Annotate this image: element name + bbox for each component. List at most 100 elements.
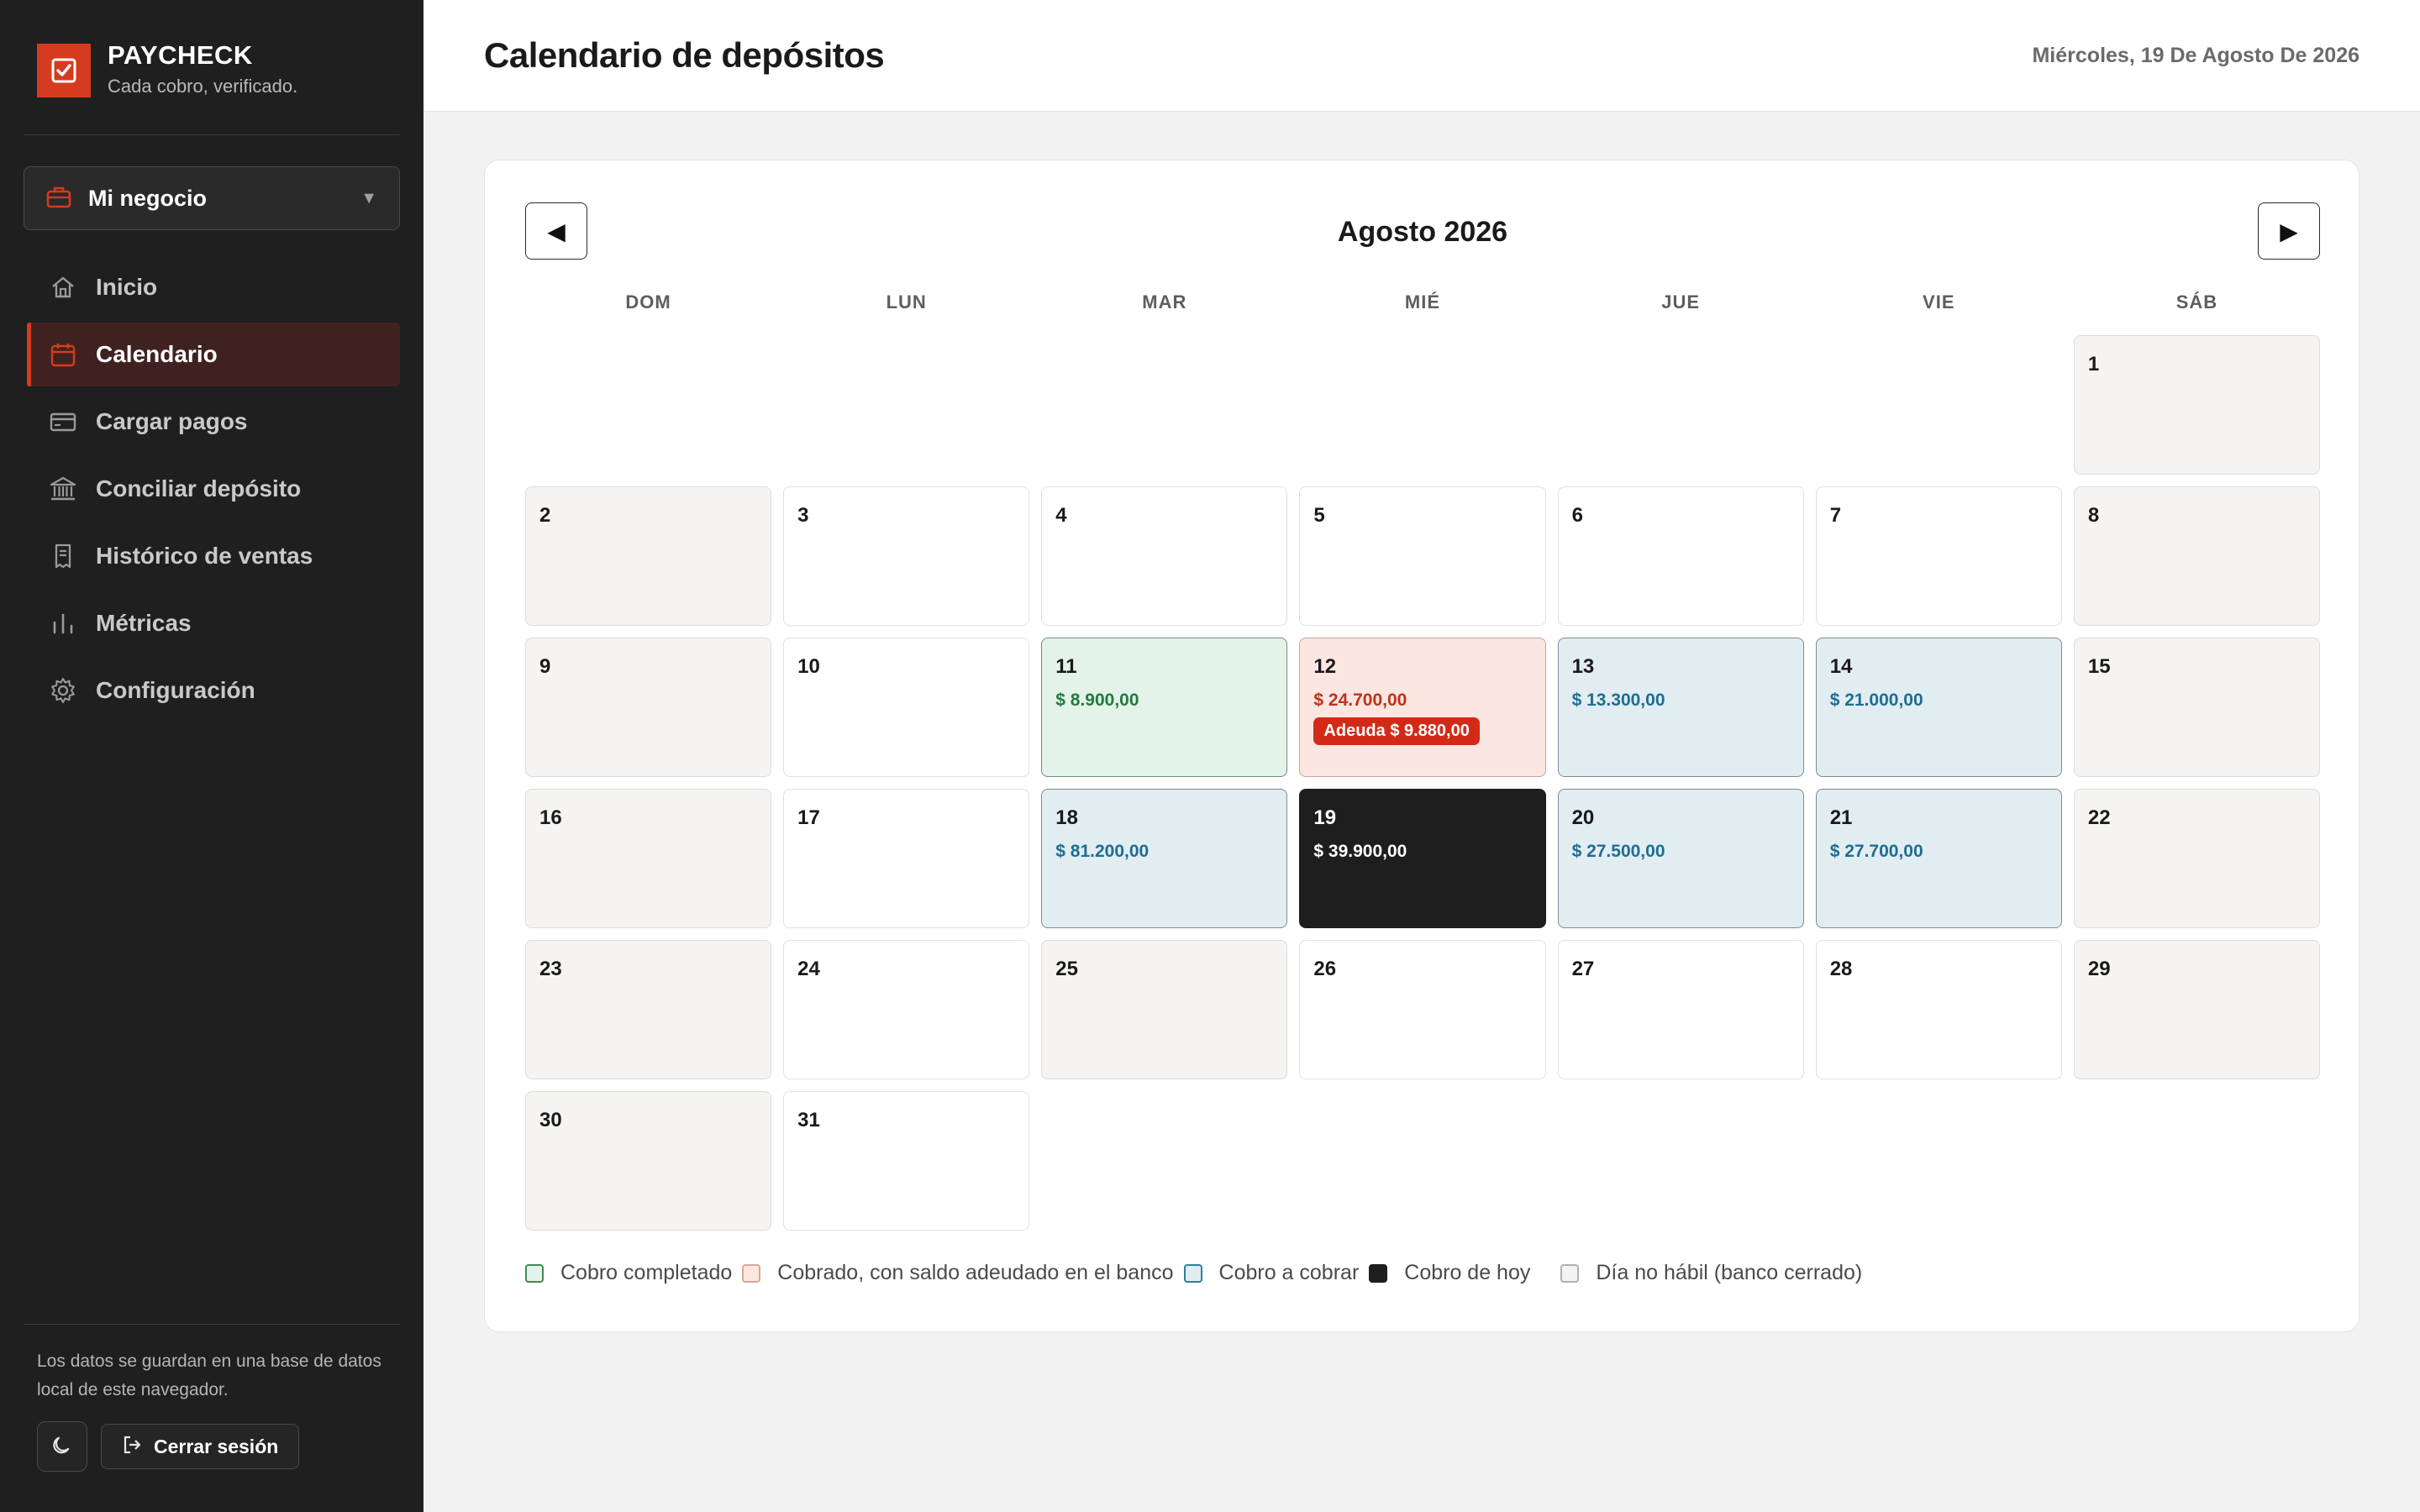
calendar-day-17[interactable]: 17	[783, 789, 1030, 928]
day-number: 19	[1313, 806, 1337, 829]
legend-swatch	[1183, 1263, 1202, 1283]
calendar-day-2[interactable]: 2	[525, 486, 772, 626]
page-title: Calendario de depósitos	[484, 35, 885, 75]
weekday-label: JUE	[1661, 291, 1701, 312]
calendar-day-19[interactable]: 19 $ 39.900,00	[1299, 789, 1546, 928]
calendar-day-1[interactable]: 1	[2073, 335, 2320, 475]
legend-item-today: Cobro de hoy	[1369, 1261, 1530, 1285]
day-number: 24	[797, 958, 820, 980]
calendar-day-3[interactable]: 3	[783, 486, 1030, 626]
day-number: 27	[1571, 958, 1595, 980]
theme-toggle-button[interactable]	[37, 1421, 87, 1472]
calendar-day-30[interactable]: 30	[525, 1091, 772, 1231]
calendar-day-7[interactable]: 7	[1815, 486, 2062, 626]
topbar: Calendario de depósitos Miércoles, 19 De…	[424, 0, 2420, 112]
calendar-day-8[interactable]: 8	[2073, 486, 2320, 626]
sidebar-item-inicio[interactable]: Inicio	[27, 255, 400, 319]
day-number: 30	[539, 1109, 562, 1131]
legend: Cobro completado Cobrado, con saldo adeud…	[525, 1261, 1872, 1285]
calendar-day-25[interactable]: 25	[1041, 940, 1288, 1079]
next-month-button[interactable]: ▶	[2258, 202, 2320, 260]
month-label: Agosto 2026	[1337, 215, 1508, 248]
calendar-blank-cell	[1558, 335, 1804, 475]
calendar-day-14[interactable]: 14 $ 21.000,00	[1815, 638, 2062, 777]
legend-label: Día no hábil (banco cerrado)	[1596, 1261, 1863, 1284]
logout-icon	[122, 1435, 142, 1459]
calendar-grid: 1 2 3 4 5 6 7 8 9 10 11 $ 8.900,00 12 $ 24.700,00 Adeu…	[525, 335, 2320, 1231]
day-amount: $ 8.900,00	[1055, 690, 1139, 710]
calendar-day-6[interactable]: 6	[1557, 486, 1804, 626]
calendar-day-28[interactable]: 28	[1815, 940, 2062, 1079]
gear-icon	[49, 676, 77, 705]
calendar-day-5[interactable]: 5	[1299, 486, 1546, 626]
calendar-day-21[interactable]: 21 $ 27.700,00	[1815, 789, 2062, 928]
day-number: 6	[1571, 504, 1583, 527]
storage-note: Los datos se guardan en una base de dato…	[37, 1352, 381, 1399]
sidebar-footer-divider	[24, 1324, 400, 1325]
day-amount: $ 81.200,00	[1055, 842, 1150, 861]
day-number: 16	[539, 806, 562, 829]
legend-label: Cobro de hoy	[1404, 1261, 1531, 1284]
calendar-day-23[interactable]: 23	[525, 940, 772, 1079]
day-number: 14	[1829, 655, 1853, 678]
day-number: 20	[1571, 806, 1595, 829]
calendar-day-18[interactable]: 18 $ 81.200,00	[1041, 789, 1288, 928]
day-number: 23	[539, 958, 562, 980]
calendar-day-24[interactable]: 24	[783, 940, 1030, 1079]
sidebar-nav: Inicio Calendario Cargar pagos Conciliar…	[27, 255, 400, 726]
calendar-day-9[interactable]: 9	[525, 638, 772, 777]
home-icon	[49, 273, 77, 302]
weekday-label: LUN	[886, 291, 927, 312]
calendar-day-16[interactable]: 16	[525, 789, 772, 928]
calendar-day-15[interactable]: 15	[2073, 638, 2320, 777]
calendar-day-20[interactable]: 20 $ 27.500,00	[1557, 789, 1804, 928]
calendar-day-10[interactable]: 10	[783, 638, 1030, 777]
sidebar-item-configuracion[interactable]: Configuración	[27, 659, 400, 722]
calendar-day-12[interactable]: 12 $ 24.700,00 Adeuda $ 9.880,00	[1299, 638, 1546, 777]
calendar-day-26[interactable]: 26	[1299, 940, 1546, 1079]
calendar-header: ◀ Agosto 2026 ▶	[525, 202, 2320, 261]
day-number: 10	[797, 655, 820, 678]
calendar-day-11[interactable]: 11 $ 8.900,00	[1041, 638, 1288, 777]
business-label: Mi negocio	[88, 185, 207, 211]
owed-badge: Adeuda $ 9.880,00	[1313, 717, 1480, 745]
moon-icon	[51, 1434, 73, 1460]
sidebar-item-calendario[interactable]: Calendario	[27, 323, 400, 386]
prev-month-button[interactable]: ◀	[525, 202, 587, 260]
legend-swatch	[525, 1263, 544, 1283]
day-number: 28	[1829, 958, 1853, 980]
day-amount: $ 13.300,00	[1571, 690, 1665, 710]
weekday-label: SÁB	[2175, 291, 2218, 312]
logout-button[interactable]: Cerrar sesión	[101, 1424, 300, 1469]
calendar-day-4[interactable]: 4	[1041, 486, 1288, 626]
day-number: 22	[2087, 806, 2111, 829]
legend-item-done: Cobro completado	[525, 1261, 732, 1285]
legend-swatch	[1560, 1263, 1580, 1283]
day-amount: $ 24.700,00	[1313, 690, 1407, 710]
day-number: 8	[2087, 504, 2100, 527]
calendar-blank-cell	[525, 335, 771, 475]
sidebar-item-cargar-pagos[interactable]: Cargar pagos	[27, 390, 400, 454]
legend-item-pending: Cobro a cobrar	[1183, 1261, 1359, 1285]
receipt-icon	[49, 542, 77, 570]
sidebar-item-historico-ventas[interactable]: Histórico de ventas	[27, 524, 400, 588]
calendar-day-13[interactable]: 13 $ 13.300,00	[1557, 638, 1804, 777]
sidebar-item-metricas[interactable]: Métricas	[27, 591, 400, 655]
day-number: 5	[1313, 504, 1325, 527]
sidebar-item-conciliar-deposito[interactable]: Conciliar depósito	[27, 457, 400, 521]
brand: PAYCHECK Cada cobro, verificado.	[37, 40, 297, 97]
legend-label: Cobro completado	[560, 1261, 733, 1284]
calendar-icon	[49, 340, 77, 369]
calendar-day-27[interactable]: 27	[1557, 940, 1804, 1079]
calendar-blank-cell	[1299, 335, 1545, 475]
calendar-day-22[interactable]: 22	[2073, 789, 2320, 928]
day-amount: $ 27.700,00	[1829, 842, 1923, 861]
day-number: 26	[1313, 958, 1337, 980]
weekday-label: MIÉ	[1404, 291, 1441, 312]
day-amount: $ 27.500,00	[1571, 842, 1665, 861]
calendar-blank-cell	[1816, 335, 2062, 475]
calendar-day-29[interactable]: 29	[2073, 940, 2320, 1079]
brand-tagline: Cada cobro, verificado.	[108, 76, 298, 97]
business-selector[interactable]: Mi negocio ▼	[24, 166, 400, 230]
calendar-day-31[interactable]: 31	[783, 1091, 1030, 1231]
